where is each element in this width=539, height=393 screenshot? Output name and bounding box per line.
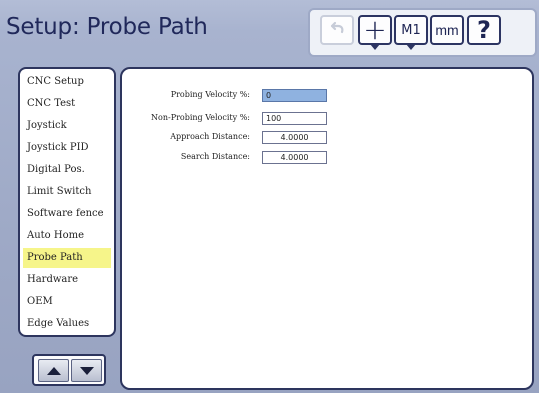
m1-label: M1 xyxy=(401,22,421,38)
units-button[interactable]: mm xyxy=(430,15,464,45)
menu-item-cnc-setup[interactable]: CNC Setup xyxy=(23,72,111,92)
pointer-tab xyxy=(370,44,380,50)
menu-item-edge-values[interactable]: Edge Values xyxy=(23,314,111,334)
screen: Setup: Probe Path + M1 mm ? CNC Setup CN… xyxy=(0,0,539,393)
arrow-up-icon xyxy=(46,366,61,375)
menu-item-auto-home[interactable]: Auto Home xyxy=(23,226,111,246)
probing-velocity-label: Probing Velocity %: xyxy=(170,90,250,99)
m1-button[interactable]: M1 xyxy=(394,15,428,50)
probing-velocity-field[interactable]: 0 xyxy=(262,89,327,102)
setup-menu: CNC Setup CNC Test Joystick Joystick PID… xyxy=(18,67,116,337)
help-button[interactable]: ? xyxy=(467,15,501,45)
approach-distance-label: Approach Distance: xyxy=(170,132,250,141)
approach-distance-field[interactable]: 4.0000 xyxy=(262,131,327,144)
menu-item-digital-pos[interactable]: Digital Pos. xyxy=(23,160,111,180)
menu-item-oem[interactable]: OEM xyxy=(23,292,111,312)
search-distance-field[interactable]: 4.0000 xyxy=(262,151,327,164)
undo-button[interactable] xyxy=(320,15,354,45)
page-title: Setup: Probe Path xyxy=(6,14,208,40)
menu-item-probe-path[interactable]: Probe Path xyxy=(23,248,111,268)
menu-item-hardware[interactable]: Hardware xyxy=(23,270,111,290)
non-probing-velocity-field[interactable]: 100 xyxy=(262,112,327,125)
help-icon: ? xyxy=(477,16,491,44)
arrow-down-icon xyxy=(79,366,94,375)
menu-item-limit-switch[interactable]: Limit Switch xyxy=(23,182,111,202)
units-label: mm xyxy=(435,22,459,38)
search-distance-label: Search Distance: xyxy=(180,152,250,161)
scroll-up-button[interactable] xyxy=(38,359,69,382)
plus-icon: + xyxy=(363,13,387,46)
toolbar: + M1 mm ? xyxy=(308,8,537,57)
add-feature-button[interactable]: + xyxy=(358,13,392,50)
pointer-tab xyxy=(406,44,416,50)
scroll-down-button[interactable] xyxy=(71,359,102,382)
non-probing-velocity-label: Non-Probing Velocity %: xyxy=(151,113,250,122)
menu-item-software-fence[interactable]: Software fence xyxy=(23,204,111,224)
undo-icon xyxy=(328,18,346,42)
probe-path-settings-panel: Probing Velocity %: 0 Non-Probing Veloci… xyxy=(120,67,534,390)
menu-scroll-controls xyxy=(32,354,106,386)
